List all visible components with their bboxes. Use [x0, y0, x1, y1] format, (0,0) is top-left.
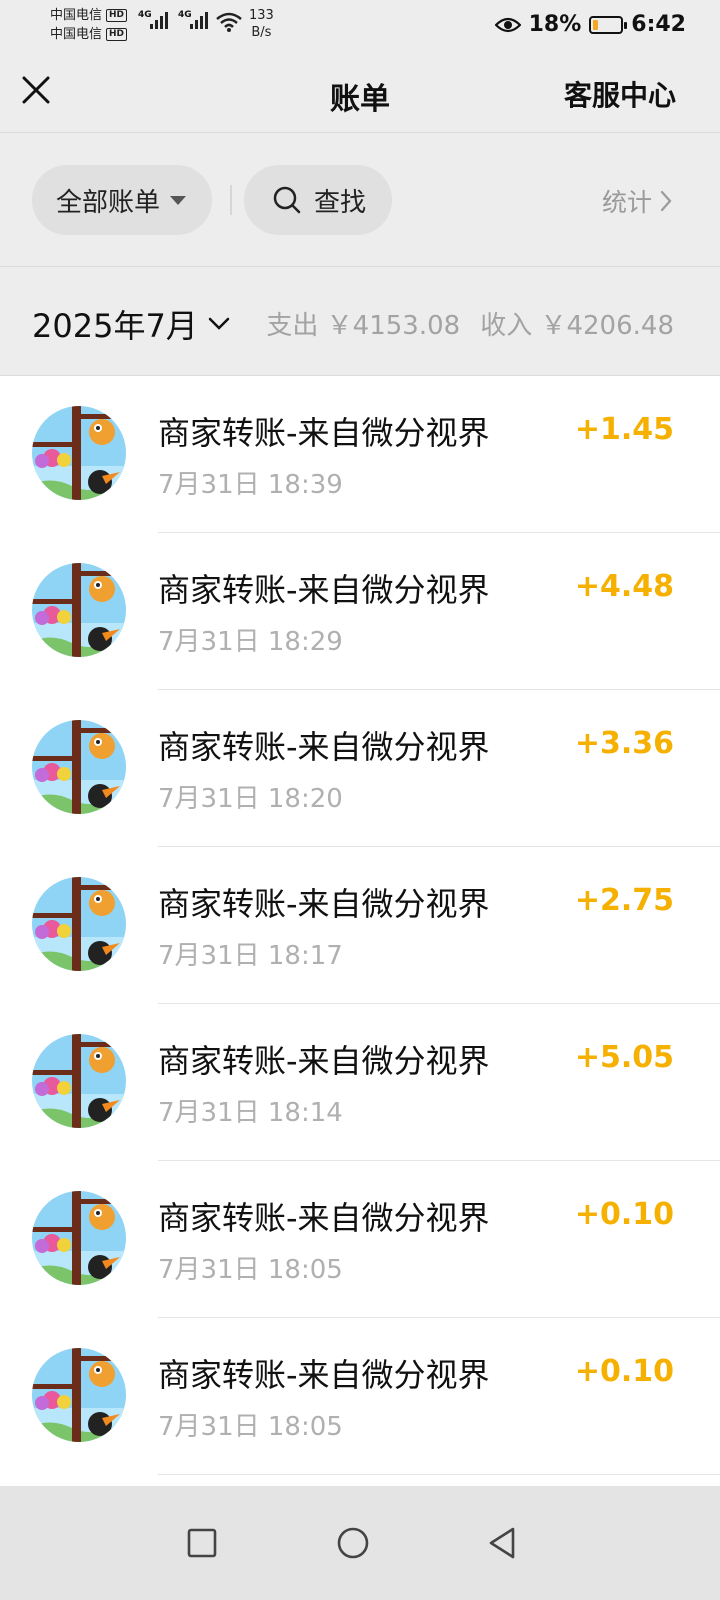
transaction-title: 商家转账-来自微分视界 [158, 1042, 490, 1080]
statistics-link[interactable]: 统计 [602, 183, 672, 219]
transaction-time: 7月31日 18:05 [158, 1412, 343, 1442]
month-summary-bar: 2025年7月 支出 ￥4153.08 收入 ￥4206.48 [0, 267, 720, 375]
row-divider [158, 1474, 720, 1475]
transaction-row[interactable]: 商家转账-来自微分视界 7月31日 18:14 +5.05 [0, 1004, 720, 1161]
merchant-avatar [32, 720, 126, 814]
transaction-amount: +3.36 [574, 726, 674, 761]
status-right: 18% 6:42 [494, 12, 686, 37]
transaction-time: 7月31日 18:20 [158, 784, 343, 814]
search-icon [273, 186, 301, 214]
triangle-back-icon [489, 1527, 515, 1559]
merchant-avatar [32, 406, 126, 500]
transaction-row[interactable]: 商家转账-来自微分视界 7月31日 18:29 +4.48 [0, 533, 720, 690]
signal-icon-2: 4G [178, 10, 208, 29]
transaction-time: 7月31日 18:29 [158, 627, 343, 657]
battery-icon [589, 15, 628, 34]
hd-badge-1: HD [106, 9, 128, 22]
transaction-title: 商家转账-来自微分视界 [158, 1356, 490, 1394]
circle-icon [337, 1527, 369, 1559]
battery-percent: 18% [528, 12, 582, 37]
transaction-amount: +1.45 [574, 412, 674, 447]
transaction-time: 7月31日 18:17 [158, 941, 343, 971]
hd-badge-2: HD [106, 28, 128, 41]
expense-total: 支出 ￥4153.08 [266, 311, 461, 341]
signal-icon-1: 4G [138, 10, 168, 29]
transaction-amount: +0.10 [574, 1197, 674, 1232]
transaction-list: 商家转账-来自微分视界 7月31日 18:39 +1.45 商家转账-来自微分视… [0, 376, 720, 1486]
square-icon [187, 1528, 217, 1558]
merchant-avatar [32, 1034, 126, 1128]
transaction-amount: +5.05 [574, 1040, 674, 1075]
merchant-avatar [32, 1348, 126, 1442]
net-speed: 133 B/s [249, 8, 274, 40]
carrier-name-2: 中国电信 [50, 27, 103, 42]
transaction-row[interactable]: 商家转账-来自微分视界 7月31日 18:39 +1.45 [0, 376, 720, 533]
month-selector[interactable]: 2025年7月 [32, 301, 230, 347]
all-bills-label: 全部账单 [56, 187, 161, 218]
transaction-title: 商家转账-来自微分视界 [158, 885, 490, 923]
merchant-avatar [32, 877, 126, 971]
income-total: 收入 ￥4206.48 [480, 311, 674, 341]
title-bar: 账单 客服中心 [0, 52, 720, 132]
caret-down-icon [170, 195, 187, 205]
transaction-amount: +2.75 [574, 883, 674, 918]
month-totals: 支出 ￥4153.08 收入 ￥4206.48 [266, 305, 674, 342]
transaction-time: 7月31日 18:39 [158, 470, 343, 500]
search-label: 查找 [314, 187, 367, 218]
transaction-amount: +4.48 [574, 569, 674, 604]
system-nav-bar [0, 1486, 720, 1600]
signal-indicators: 4G 4G [138, 10, 208, 29]
month-label: 2025年7月 [32, 307, 198, 345]
transaction-row[interactable]: 商家转账-来自微分视界 7月31日 18:20 +3.36 [0, 690, 720, 847]
transaction-time: 7月31日 18:14 [158, 1098, 343, 1128]
transaction-row[interactable]: 商家转账-来自微分视界 7月31日 18:05 +0.10 [0, 1161, 720, 1318]
chevron-down-icon [208, 317, 230, 330]
transaction-title: 商家转账-来自微分视界 [158, 1199, 490, 1237]
carrier-info: 中国电信 HD 中国电信 HD [50, 6, 128, 44]
vertical-divider [230, 185, 232, 215]
recents-button[interactable] [182, 1523, 222, 1563]
statistics-label: 统计 [601, 188, 652, 217]
transaction-title: 商家转账-来自微分视界 [158, 728, 490, 766]
search-button[interactable]: 查找 [244, 165, 392, 235]
transaction-row[interactable]: 商家转账-来自微分视界 7月31日 18:17 +2.75 [0, 847, 720, 1004]
transaction-title: 商家转账-来自微分视界 [158, 571, 490, 609]
home-button[interactable] [333, 1523, 373, 1563]
back-button[interactable] [482, 1523, 522, 1563]
carrier-name-1: 中国电信 [50, 8, 103, 23]
status-bar: 中国电信 HD 中国电信 HD 4G 4G 133 B/s 18% 6:42 [0, 0, 720, 52]
all-bills-dropdown[interactable]: 全部账单 [32, 165, 212, 235]
eye-icon [494, 17, 521, 32]
merchant-avatar [32, 563, 126, 657]
transaction-row[interactable]: 商家转账-来自微分视界 7月31日 18:05 +0.10 [0, 1318, 720, 1475]
transaction-time: 7月31日 18:05 [158, 1255, 343, 1285]
transaction-title: 商家转账-来自微分视界 [158, 414, 490, 452]
customer-service-link[interactable]: 客服中心 [564, 74, 676, 114]
chevron-right-icon [660, 190, 672, 212]
filter-bar: 全部账单 查找 统计 [0, 133, 720, 266]
transaction-amount: +0.10 [574, 1354, 674, 1389]
wifi-icon [216, 12, 242, 32]
clock: 6:42 [631, 12, 686, 37]
merchant-avatar [32, 1191, 126, 1285]
